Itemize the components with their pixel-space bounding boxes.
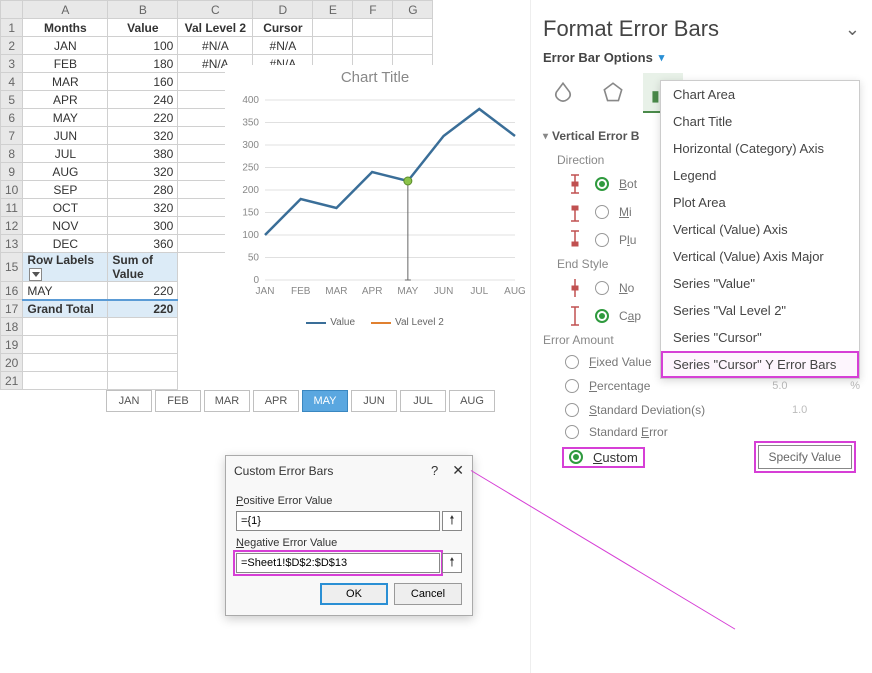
dialog-help-icon[interactable]: ?: [431, 463, 438, 478]
endstyle-cap-icon: [565, 305, 585, 327]
svg-text:400: 400: [242, 95, 259, 106]
amt-pct-radio[interactable]: [565, 379, 579, 393]
options-dropdown-icon[interactable]: ▾: [659, 51, 665, 64]
endstyle-nocap-icon: [565, 277, 585, 299]
legend-val2: Val Level 2: [395, 317, 444, 328]
svg-text:300: 300: [242, 140, 259, 151]
endstyle-nocap-text: No: [619, 281, 634, 295]
pct-unit: %: [850, 380, 860, 392]
dropdown-item[interactable]: Series "Value": [661, 270, 859, 297]
svg-text:250: 250: [242, 163, 259, 174]
direction-plus-radio[interactable]: [595, 233, 609, 247]
dialog-title: Custom Error Bars: [234, 464, 431, 478]
amt-std-text: Standard Deviation(s): [589, 403, 705, 417]
svg-text:100: 100: [242, 230, 259, 241]
svg-text:350: 350: [242, 118, 259, 129]
chart-element-dropdown: Chart AreaChart TitleHorizontal (Categor…: [660, 80, 860, 379]
chart-legend[interactable]: Value Val Level 2: [225, 317, 525, 328]
chart-area[interactable]: Chart Title 0 50 100 150 200 250 300 350 400 JAN F…: [225, 65, 525, 333]
svg-text:50: 50: [248, 253, 260, 264]
slicer-apr[interactable]: APR: [253, 390, 299, 412]
slicer-jul[interactable]: JUL: [400, 390, 446, 412]
dropdown-item[interactable]: Plot Area: [661, 189, 859, 216]
direction-minus-icon: [565, 201, 585, 223]
positive-error-label: Positive Error Value: [236, 495, 462, 507]
dropdown-item[interactable]: Series "Cursor": [661, 324, 859, 351]
dropdown-item[interactable]: Series "Val Level 2": [661, 297, 859, 324]
amt-fixed-radio[interactable]: [565, 355, 579, 369]
direction-minus-radio[interactable]: [595, 205, 609, 219]
slicer-may[interactable]: MAY: [302, 390, 348, 412]
svg-text:AUG: AUG: [504, 286, 525, 297]
amt-se-text: Standard Error: [589, 425, 668, 439]
negative-error-label: Negative Error Value: [236, 537, 462, 549]
specify-value-button[interactable]: Specify Value: [758, 445, 853, 469]
svg-text:MAY: MAY: [397, 286, 418, 297]
positive-error-input[interactable]: [236, 511, 440, 531]
amt-std-radio[interactable]: [565, 403, 579, 417]
legend-value: Value: [330, 317, 355, 328]
amt-std-input[interactable]: [790, 401, 840, 419]
dropdown-item[interactable]: Vertical (Value) Axis: [661, 216, 859, 243]
direction-both-text: Bot: [619, 177, 637, 191]
direction-minus-text: Mi: [619, 205, 632, 219]
amt-pct-text: Percentage: [589, 379, 650, 393]
dialog-cancel-button[interactable]: Cancel: [394, 583, 462, 605]
custom-error-bars-dialog: Custom Error Bars ? ✕ Positive Error Val…: [225, 455, 473, 616]
endstyle-cap-radio[interactable]: [595, 309, 609, 323]
svg-text:0: 0: [253, 275, 259, 286]
direction-plus-text: Plu: [619, 233, 636, 247]
svg-text:JUN: JUN: [434, 286, 453, 297]
svg-text:APR: APR: [362, 286, 383, 297]
slicer-jan[interactable]: JAN: [106, 390, 152, 412]
slicer-aug[interactable]: AUG: [449, 390, 495, 412]
pane-collapse-icon[interactable]: ⌄: [845, 19, 860, 40]
slicer-jun[interactable]: JUN: [351, 390, 397, 412]
effects-icon[interactable]: [593, 73, 633, 113]
dropdown-item[interactable]: Horizontal (Category) Axis: [661, 135, 859, 162]
slicer-mar[interactable]: MAR: [204, 390, 250, 412]
svg-text:FEB: FEB: [291, 286, 311, 297]
svg-text:JAN: JAN: [256, 286, 275, 297]
amt-custom-text: Custom: [593, 450, 638, 465]
amt-pct-input[interactable]: [770, 377, 820, 395]
svg-text:200: 200: [242, 185, 259, 196]
month-slicer: JANFEBMARAPRMAYJUNJULAUG: [106, 390, 495, 412]
dropdown-item[interactable]: Series "Cursor" Y Error Bars: [661, 351, 859, 378]
fill-line-icon[interactable]: [543, 73, 583, 113]
chart-title[interactable]: Chart Title: [225, 65, 525, 90]
positive-range-picker-icon[interactable]: 🠕: [442, 511, 462, 531]
direction-both-radio[interactable]: [595, 177, 609, 191]
dropdown-item[interactable]: Vertical (Value) Axis Major: [661, 243, 859, 270]
pane-subtitle[interactable]: Error Bar Options: [543, 50, 653, 65]
amt-fixed-text: Fixed Value: [589, 355, 652, 369]
direction-plus-icon: [565, 229, 585, 251]
svg-text:150: 150: [242, 208, 259, 219]
endstyle-cap-text: Cap: [619, 309, 641, 323]
dialog-close-icon[interactable]: ✕: [452, 462, 464, 479]
pane-title: Format Error Bars: [543, 16, 719, 42]
dialog-ok-button[interactable]: OK: [320, 583, 388, 605]
dropdown-item[interactable]: Chart Area: [661, 81, 859, 108]
endstyle-nocap-radio[interactable]: [595, 281, 609, 295]
dropdown-item[interactable]: Chart Title: [661, 108, 859, 135]
slicer-feb[interactable]: FEB: [155, 390, 201, 412]
direction-both-icon: [565, 173, 585, 195]
amt-se-radio[interactable]: [565, 425, 579, 439]
negative-range-picker-icon[interactable]: 🠕: [442, 553, 462, 573]
amt-custom-radio[interactable]: [569, 450, 583, 464]
svg-text:MAR: MAR: [325, 286, 347, 297]
negative-error-input[interactable]: [236, 553, 440, 573]
svg-text:JUL: JUL: [470, 286, 488, 297]
chart-plot[interactable]: 0 50 100 150 200 250 300 350 400 JAN FEB MAR APR MAY J…: [225, 90, 525, 310]
dropdown-item[interactable]: Legend: [661, 162, 859, 189]
filter-icon[interactable]: [29, 268, 42, 281]
